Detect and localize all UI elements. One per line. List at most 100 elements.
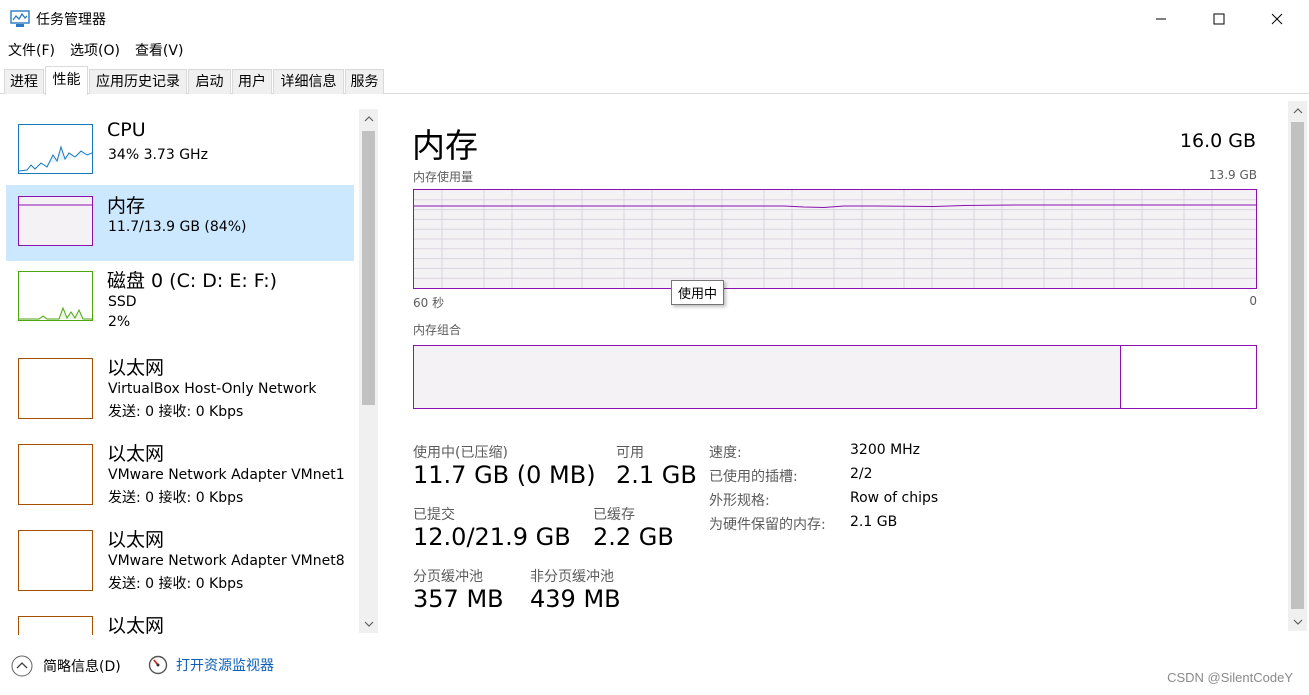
scroll-up-arrow[interactable]	[359, 109, 378, 128]
resource-memory[interactable]: 内存 11.7/13.9 GB (84%)	[6, 185, 354, 261]
time-axis-end: 0	[1249, 294, 1257, 308]
scroll-thumb[interactable]	[362, 131, 375, 405]
ethernet-4-thumbnail	[18, 616, 93, 635]
memory-thumbnail	[18, 196, 93, 246]
detail-scrollbar[interactable]	[1288, 101, 1307, 631]
memory-usage-grid	[414, 190, 1256, 288]
memory-mini-graph	[19, 204, 92, 206]
title-bar: 任务管理器	[0, 0, 1309, 38]
chevron-up-icon	[1293, 107, 1302, 113]
tab-performance[interactable]: 性能	[45, 66, 88, 95]
tab-users[interactable]: 用户	[232, 69, 272, 94]
collapse-up-icon	[11, 655, 33, 677]
tab-services[interactable]: 服务	[345, 69, 384, 94]
composition-in-use	[414, 346, 1122, 408]
menu-bar: 文件(F) 选项(O) 查看(V)	[0, 39, 1309, 63]
ethernet-2-adapter: VMware Network Adapter VMnet1	[108, 467, 345, 483]
form-factor-value: Row of chips	[850, 490, 939, 506]
maximize-button[interactable]	[1190, 0, 1248, 38]
resource-cpu[interactable]: CPU 34% 3.73 GHz	[6, 113, 354, 189]
committed-label: 已提交	[413, 507, 455, 523]
tab-app-history[interactable]: 应用历史记录	[89, 69, 187, 94]
menu-view[interactable]: 查看(V)	[127, 39, 191, 63]
resource-disk[interactable]: 磁盘 0 (C: D: E: F:) SSD 2%	[6, 260, 354, 336]
nonpaged-pool-label: 非分页缓冲池	[530, 569, 614, 585]
ethernet-3-thumbnail	[18, 530, 93, 591]
nonpaged-pool-value: 439 MB	[530, 585, 621, 613]
chevron-up-icon	[364, 115, 373, 121]
tab-details[interactable]: 详细信息	[273, 69, 344, 94]
resource-ethernet-1[interactable]: 以太网 VirtualBox Host-Only Network 发送: 0 接…	[6, 347, 354, 423]
footer: 简略信息(D) 打开资源监视器 CSDN @SilentCodeY	[0, 642, 1309, 695]
cpu-usage: 34% 3.73 GHz	[108, 147, 208, 163]
memory-usage: 11.7/13.9 GB (84%)	[108, 219, 247, 235]
committed-value: 12.0/21.9 GB	[413, 523, 571, 551]
in-use-tooltip: 使用中	[671, 280, 725, 305]
in-use-label: 使用中(已压缩)	[413, 445, 508, 461]
brief-info-label: 简略信息(D)	[43, 659, 121, 675]
ethernet-1-adapter: VirtualBox Host-Only Network	[108, 381, 317, 397]
chevron-down-icon	[364, 621, 373, 627]
resource-ethernet-3[interactable]: 以太网 VMware Network Adapter VMnet8 发送: 0 …	[6, 519, 354, 595]
brief-info-button[interactable]: 简略信息(D)	[11, 655, 121, 677]
memory-composition-bar	[413, 345, 1257, 409]
ethernet-3-adapter: VMware Network Adapter VMnet8	[108, 553, 345, 569]
disk-mini-graph	[19, 306, 92, 320]
menu-options[interactable]: 选项(O)	[62, 39, 127, 63]
ethernet-1-traffic: 发送: 0 接收: 0 Kbps	[108, 404, 244, 420]
detail-scroll-up-arrow[interactable]	[1288, 101, 1307, 120]
paged-pool-label: 分页缓冲池	[413, 569, 483, 585]
usage-graph-max: 13.9 GB	[1208, 168, 1257, 182]
task-manager-icon	[10, 10, 30, 27]
slots-label: 已使用的插槽:	[709, 469, 798, 485]
ethernet-2-title: 以太网	[107, 443, 165, 465]
tab-bar: 进程 性能 应用历史记录 启动 用户 详细信息 服务	[0, 66, 1309, 95]
cached-value: 2.2 GB	[593, 523, 674, 551]
menu-file[interactable]: 文件(F)	[0, 39, 62, 63]
ethernet-2-thumbnail	[18, 444, 93, 505]
detail-scroll-down-arrow[interactable]	[1288, 612, 1307, 631]
cached-label: 已缓存	[593, 507, 635, 523]
disk-thumbnail	[18, 271, 93, 321]
available-value: 2.1 GB	[616, 461, 697, 489]
hardware-reserved-value: 2.1 GB	[850, 514, 898, 530]
ethernet-3-traffic: 发送: 0 接收: 0 Kbps	[108, 576, 244, 592]
page-title: 内存	[412, 126, 478, 165]
in-use-value: 11.7 GB (0 MB)	[413, 461, 596, 489]
minimize-icon	[1156, 18, 1166, 20]
cpu-mini-graph	[18, 145, 93, 172]
close-button[interactable]	[1248, 0, 1306, 38]
usage-graph-label: 内存使用量	[413, 170, 474, 184]
memory-usage-line	[414, 204, 1256, 209]
time-axis-start: 60 秒	[413, 296, 445, 310]
memory-usage-graph	[413, 189, 1257, 289]
tab-processes[interactable]: 进程	[4, 69, 44, 94]
resource-list: CPU 34% 3.73 GHz 内存 11.7/13.9 GB (84%) 磁…	[0, 95, 382, 635]
watermark: CSDN @SilentCodeY	[1167, 670, 1293, 685]
speed-value: 3200 MHz	[850, 442, 921, 458]
ethernet-4-title: 以太网	[107, 615, 165, 635]
ethernet-1-thumbnail	[18, 358, 93, 419]
resource-list-scrollbar[interactable]	[359, 109, 378, 633]
resource-ethernet-2[interactable]: 以太网 VMware Network Adapter VMnet1 发送: 0 …	[6, 433, 354, 509]
memory-detail-panel: 内存 16.0 GB 内存使用量 13.9 GB 使用中 60 秒 0 内存组合…	[382, 95, 1309, 635]
cpu-title: CPU	[107, 119, 146, 141]
window-title: 任务管理器	[36, 12, 106, 28]
disk-usage: 2%	[108, 314, 131, 330]
available-label: 可用	[616, 445, 644, 461]
ethernet-3-title: 以太网	[107, 529, 165, 551]
composition-label: 内存组合	[413, 323, 462, 337]
minimize-button[interactable]	[1132, 0, 1190, 38]
form-factor-label: 外形规格:	[709, 493, 770, 509]
open-resource-monitor-link[interactable]: 打开资源监视器	[148, 655, 274, 675]
memory-title: 内存	[107, 195, 146, 217]
resource-ethernet-4[interactable]: 以太网	[6, 605, 354, 635]
detail-scroll-thumb[interactable]	[1291, 122, 1304, 609]
hardware-reserved-label: 为硬件保留的内存:	[709, 517, 826, 533]
ethernet-2-traffic: 发送: 0 接收: 0 Kbps	[108, 490, 244, 506]
disk-title: 磁盘 0 (C: D: E: F:)	[107, 270, 278, 292]
resource-monitor-icon	[148, 655, 168, 675]
memory-total: 16.0 GB	[1179, 130, 1256, 152]
tab-startup[interactable]: 启动	[188, 69, 231, 94]
scroll-down-arrow[interactable]	[359, 614, 378, 633]
